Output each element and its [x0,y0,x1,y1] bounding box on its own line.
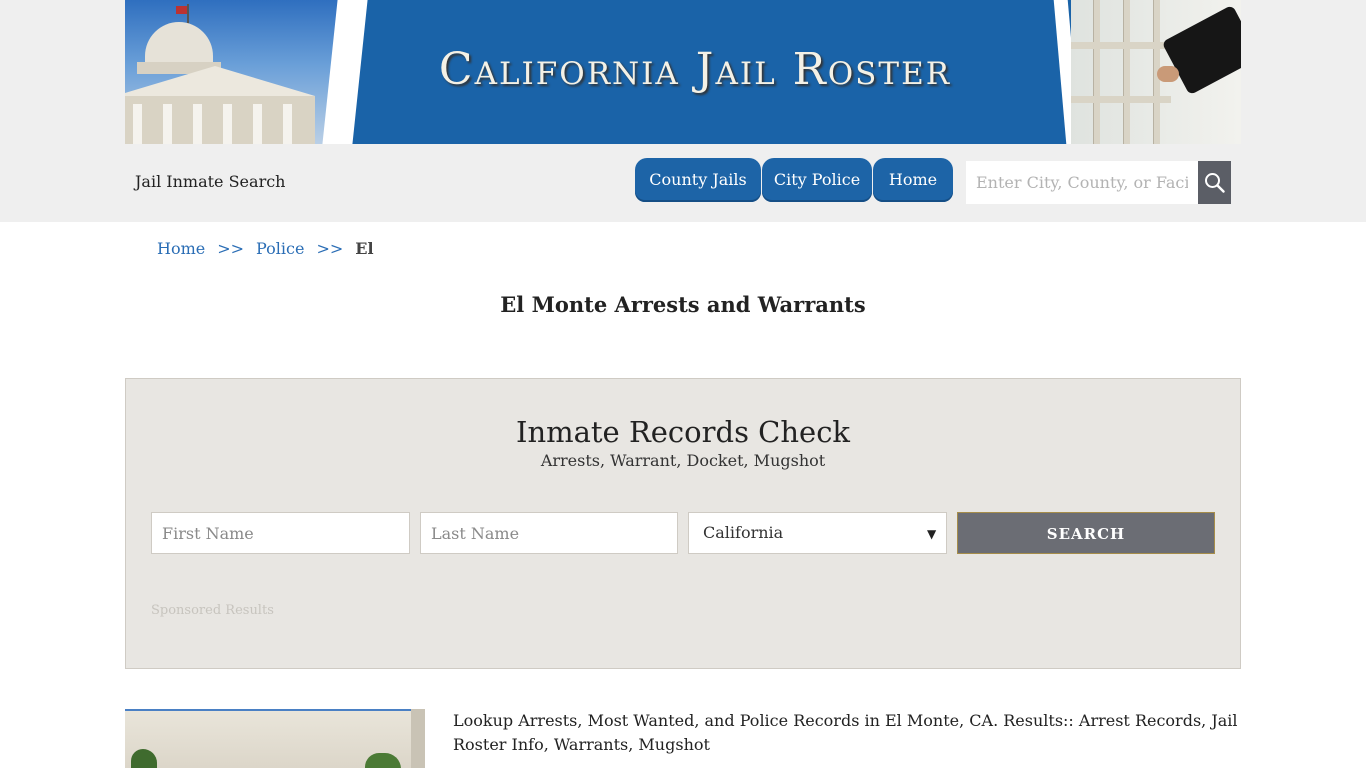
breadcrumb-separator: >> [316,239,344,258]
capitol-dome [145,22,213,66]
tab-county-jails[interactable]: County Jails [635,158,761,202]
officer-hand [1157,66,1179,82]
breadcrumb: Home >> Police >> El [157,239,374,258]
state-select-value: California [703,523,784,542]
palm-tree [365,753,401,768]
facility-image [125,709,425,768]
breadcrumb-home-link[interactable]: Home [157,239,205,258]
panel-title: Inmate Records Check [515,415,851,449]
capitol-image [125,0,347,144]
site-search-input[interactable] [966,161,1198,204]
officer-arm [1161,4,1241,96]
header-band: California Jail Roster Jail Inmate Searc… [0,0,1366,222]
capitol-pediment [125,66,315,96]
flag [176,6,187,14]
capitol-column [253,104,262,144]
page-description: Lookup Arrests, Most Wanted, and Police … [453,711,1238,754]
cell-bar [1071,42,1171,49]
tab-city-police[interactable]: City Police [762,158,872,202]
first-name-field[interactable] [151,512,410,554]
building-edge [411,709,425,768]
breadcrumb-current: El [355,239,374,258]
state-select[interactable]: California [688,512,947,554]
jail-door-image [1071,0,1241,144]
last-name-field[interactable] [420,512,678,554]
capitol-column [223,104,232,144]
magnifier-icon [1205,173,1225,193]
cell-bar [1123,0,1130,144]
inmate-records-panel: Inmate Records Check Arrests, Warrant, D… [125,378,1241,669]
panel-subtitle: Arrests, Warrant, Docket, Mugshot [540,451,826,470]
tab-home[interactable]: Home [873,158,953,202]
page-title: El Monte Arrests and Warrants [500,292,866,317]
capitol-column [283,104,292,144]
site-banner[interactable]: California Jail Roster [125,0,1241,144]
banner-title: California Jail Roster [438,44,952,95]
capitol-column [133,104,142,144]
sponsored-label: Sponsored Results [151,603,274,618]
capitol-column [163,104,172,144]
site-label: Jail Inmate Search [135,172,286,191]
palm-tree [131,749,157,768]
cell-bar [1071,96,1171,103]
cell-bar [1093,0,1100,144]
breadcrumb-police-link[interactable]: Police [256,239,304,258]
site-search-button[interactable] [1198,161,1231,204]
capitol-column [193,104,202,144]
breadcrumb-separator: >> [217,239,245,258]
records-search-button[interactable]: SEARCH [957,512,1215,554]
